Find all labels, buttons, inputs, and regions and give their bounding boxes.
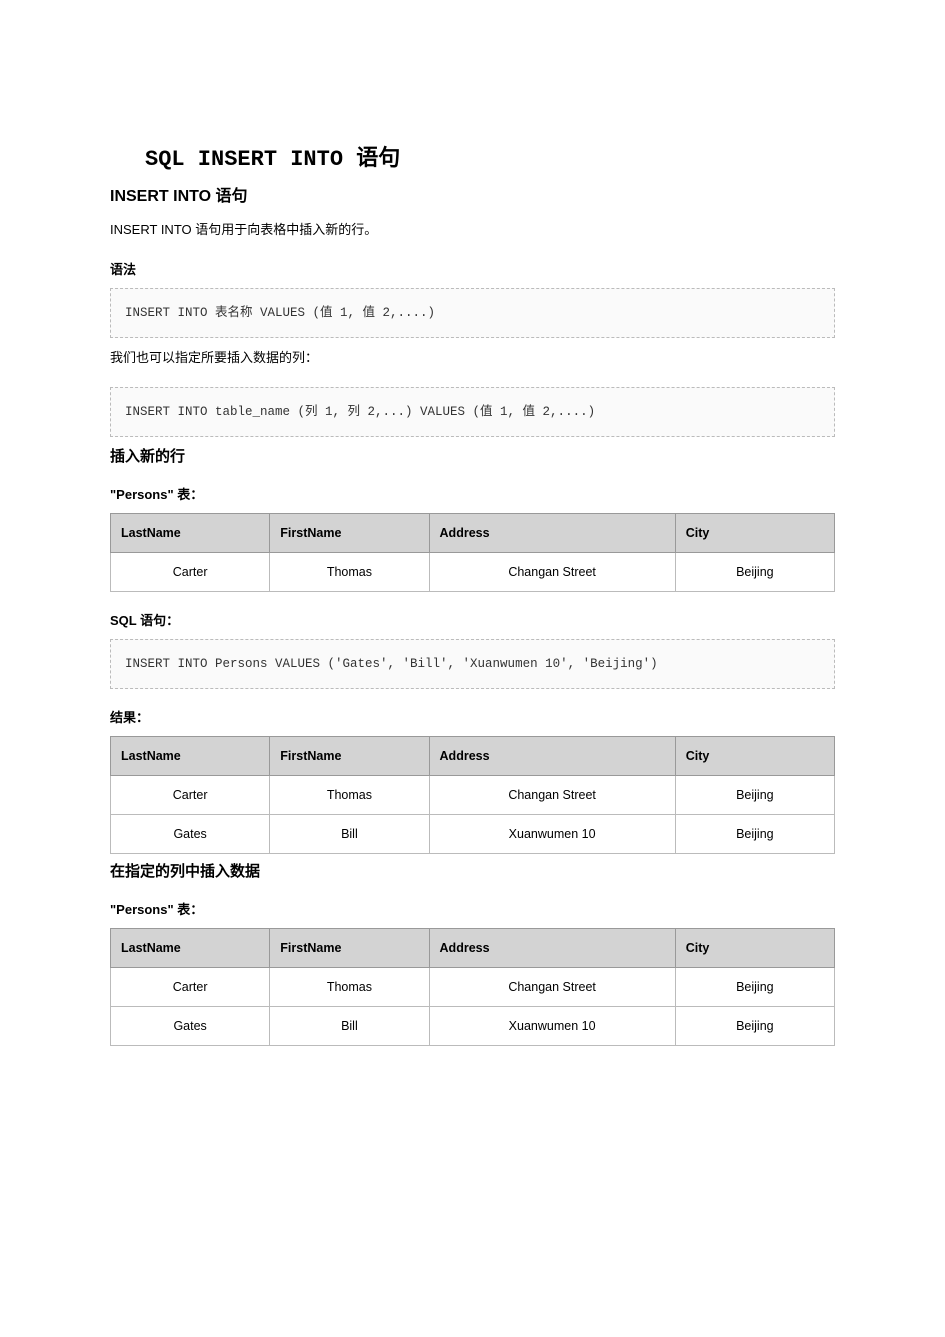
heading-syntax: 语法 <box>110 259 835 278</box>
cell-firstname: Thomas <box>270 552 429 591</box>
heading-insert-into: INSERT INTO 语句 <box>110 182 835 206</box>
cell-lastname: Carter <box>111 552 270 591</box>
table-header-row: LastName FirstName Address City <box>111 736 835 775</box>
cell-lastname: Gates <box>111 1006 270 1045</box>
col-firstname: FirstName <box>270 513 429 552</box>
col-city: City <box>675 736 834 775</box>
col-address: Address <box>429 736 675 775</box>
table-header-row: LastName FirstName Address City <box>111 928 835 967</box>
persons-table-2: LastName FirstName Address City Carter T… <box>110 928 835 1046</box>
cell-city: Beijing <box>675 775 834 814</box>
col-city: City <box>675 513 834 552</box>
cell-address: Changan Street <box>429 775 675 814</box>
table-row: Carter Thomas Changan Street Beijing <box>111 552 835 591</box>
heading-persons-table-1: "Persons" 表： <box>110 484 835 503</box>
heading-persons-table-2: "Persons" 表： <box>110 899 835 918</box>
cell-address: Changan Street <box>429 552 675 591</box>
cell-lastname: Gates <box>111 814 270 853</box>
cell-address: Xuanwumen 10 <box>429 814 675 853</box>
heading-result: 结果： <box>110 707 835 726</box>
heading-sql-statement: SQL 语句： <box>110 610 835 629</box>
table-row: Gates Bill Xuanwumen 10 Beijing <box>111 1006 835 1045</box>
col-firstname: FirstName <box>270 928 429 967</box>
heading-insert-specific-columns: 在指定的列中插入数据 <box>110 860 835 881</box>
code-block-syntax-2: INSERT INTO table_name (列 1, 列 2,...) VA… <box>110 387 835 437</box>
table-header-row: LastName FirstName Address City <box>111 513 835 552</box>
table-row: Carter Thomas Changan Street Beijing <box>111 775 835 814</box>
col-address: Address <box>429 513 675 552</box>
cell-city: Beijing <box>675 552 834 591</box>
persons-table-1: LastName FirstName Address City Carter T… <box>110 513 835 592</box>
cell-firstname: Thomas <box>270 967 429 1006</box>
code-block-insert-persons: INSERT INTO Persons VALUES ('Gates', 'Bi… <box>110 639 835 689</box>
col-firstname: FirstName <box>270 736 429 775</box>
cell-firstname: Bill <box>270 814 429 853</box>
table-row: Gates Bill Xuanwumen 10 Beijing <box>111 814 835 853</box>
cell-firstname: Bill <box>270 1006 429 1045</box>
cell-city: Beijing <box>675 967 834 1006</box>
code-block-syntax-1: INSERT INTO 表名称 VALUES (值 1, 值 2,....) <box>110 288 835 338</box>
cell-city: Beijing <box>675 814 834 853</box>
heading-insert-new-row: 插入新的行 <box>110 445 835 466</box>
table-row: Carter Thomas Changan Street Beijing <box>111 967 835 1006</box>
paragraph-intro: INSERT INTO 语句用于向表格中插入新的行。 <box>110 220 835 241</box>
cell-address: Changan Street <box>429 967 675 1006</box>
cell-lastname: Carter <box>111 967 270 1006</box>
cell-firstname: Thomas <box>270 775 429 814</box>
col-lastname: LastName <box>111 928 270 967</box>
page-title: SQL INSERT INTO 语句 <box>110 140 835 172</box>
cell-lastname: Carter <box>111 775 270 814</box>
paragraph-specify-columns: 我们也可以指定所要插入数据的列： <box>110 348 835 369</box>
cell-address: Xuanwumen 10 <box>429 1006 675 1045</box>
col-address: Address <box>429 928 675 967</box>
persons-table-result: LastName FirstName Address City Carter T… <box>110 736 835 854</box>
col-lastname: LastName <box>111 736 270 775</box>
col-city: City <box>675 928 834 967</box>
cell-city: Beijing <box>675 1006 834 1045</box>
col-lastname: LastName <box>111 513 270 552</box>
